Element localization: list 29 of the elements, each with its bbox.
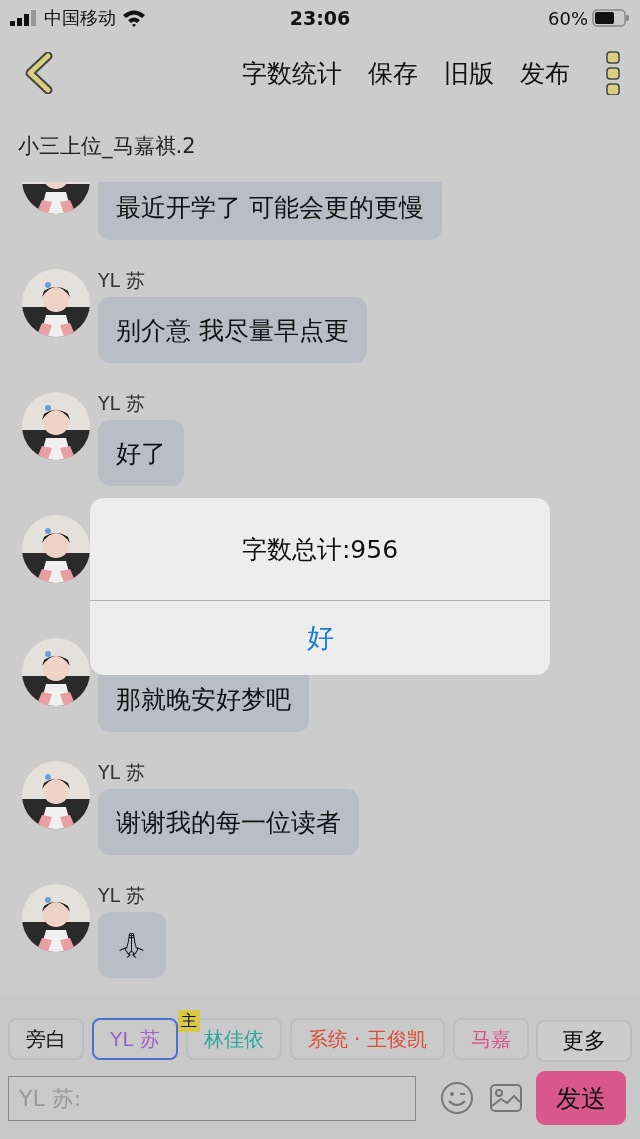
toolbar-action[interactable]: 字数统计 — [242, 56, 342, 90]
toolbar-action[interactable]: 旧版 — [444, 56, 494, 90]
host-badge: 主 — [177, 1010, 200, 1032]
message-bubble: 谢谢我的每一位读者 — [98, 789, 359, 855]
clock-time: 23:06 — [289, 7, 351, 29]
message-bubble: 最近开学了 可能会更的更慢 — [98, 182, 442, 240]
sender-name: YL 苏 — [98, 761, 146, 783]
toolbar-action[interactable]: 发布 — [520, 56, 570, 90]
message-bubble: 好了 — [98, 420, 184, 486]
dialog-message: 字数总计:956 — [241, 533, 399, 566]
wifi-icon — [122, 9, 146, 27]
sender-name: YL 苏 — [98, 392, 146, 414]
document-title: 小三上位_马嘉祺.2 — [17, 133, 197, 161]
sender-name: YL 苏 — [98, 269, 146, 291]
send-button[interactable]: 发送 — [536, 1071, 626, 1125]
emoji-icon[interactable] — [440, 1081, 474, 1115]
character-chip[interactable]: 旁白 — [8, 1018, 84, 1060]
back-icon[interactable] — [24, 52, 54, 94]
battery-icon — [592, 9, 630, 27]
battery-percent: 60% — [548, 7, 588, 29]
more-button[interactable]: 更多 — [536, 1020, 632, 1062]
carrier-name: 中国移动 — [44, 6, 116, 30]
more-options-icon[interactable] — [606, 51, 620, 95]
message-bubble: 🙏 — [98, 912, 166, 978]
signal-icon — [10, 10, 38, 26]
image-icon[interactable] — [490, 1084, 522, 1112]
message-bubble: 别介意 我尽量早点更 — [98, 297, 367, 363]
toolbar-action[interactable]: 保存 — [368, 56, 418, 90]
sender-name: YL 苏 — [98, 884, 146, 906]
